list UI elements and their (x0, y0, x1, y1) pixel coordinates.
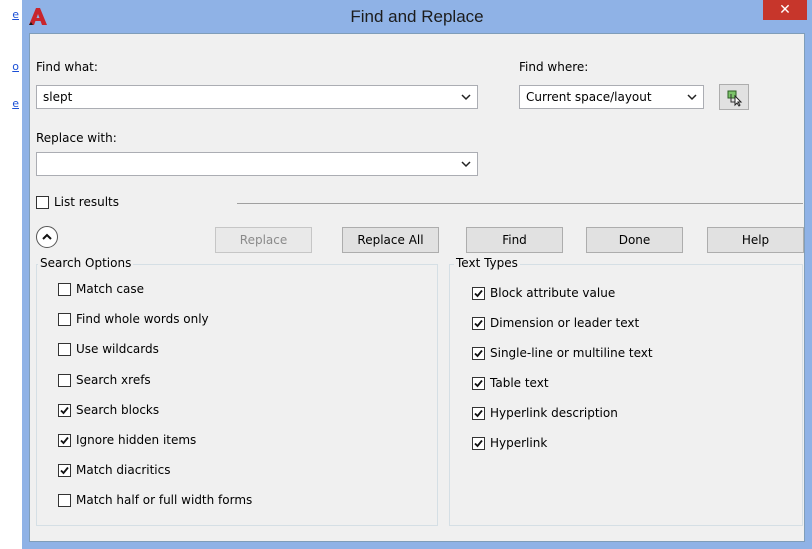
replace-button[interactable]: Replace (215, 227, 312, 253)
dialog-body: Find what: slept Find where: Current spa… (29, 33, 805, 542)
text-type-checkbox-2[interactable] (472, 317, 485, 330)
help-button[interactable]: Help (707, 227, 804, 253)
find-what-combo[interactable]: slept (36, 85, 478, 109)
search-option-label-1[interactable]: Match case (76, 282, 144, 296)
search-option-label-3[interactable]: Use wildcards (76, 342, 159, 356)
text-type-checkbox-4[interactable] (472, 377, 485, 390)
search-option-checkbox-8[interactable] (58, 494, 71, 508)
background-link-1[interactable]: e (9, 8, 19, 20)
search-option-checkbox-6[interactable] (58, 434, 71, 447)
background-window (0, 0, 22, 549)
search-option-label-8[interactable]: Match half or full width forms (76, 493, 252, 507)
select-objects-button[interactable] (719, 84, 749, 110)
chevron-down-icon[interactable] (461, 90, 471, 104)
text-type-checkbox-6[interactable] (472, 437, 485, 450)
search-option-checkbox-7[interactable] (58, 464, 71, 478)
search-option-checkbox-3[interactable] (58, 343, 71, 357)
text-type-label-4[interactable]: Table text (490, 376, 549, 390)
search-option-checkbox-1[interactable] (58, 283, 71, 296)
search-option-label-4[interactable]: Search xrefs (76, 373, 151, 387)
search-option-checkbox-5[interactable] (58, 403, 71, 417)
text-type-label-5[interactable]: Hyperlink description (490, 406, 618, 420)
find-where-select[interactable]: Current space/layout (519, 85, 704, 109)
text-type-checkbox-5[interactable] (472, 407, 485, 420)
background-link-2[interactable]: o (9, 60, 19, 72)
find-what-value: slept (43, 90, 73, 104)
search-options-group (36, 264, 438, 526)
search-option-label-6[interactable]: Ignore hidden items (76, 433, 196, 447)
chevron-down-icon[interactable] (461, 157, 471, 171)
collapse-options-button[interactable] (36, 226, 58, 248)
text-types-title: Text Types (454, 256, 520, 270)
find-button[interactable]: Find (466, 227, 563, 253)
search-option-label-7[interactable]: Match diacritics (76, 463, 171, 477)
text-type-label-2[interactable]: Dimension or leader text (490, 316, 639, 330)
separator-line (237, 203, 803, 204)
find-where-value: Current space/layout (526, 90, 652, 104)
search-options-title: Search Options (38, 256, 134, 270)
close-button[interactable]: ✕ (763, 0, 807, 20)
replace-with-label: Replace with: (36, 131, 117, 145)
select-objects-icon (726, 89, 744, 107)
search-option-label-5[interactable]: Search blocks (76, 403, 159, 417)
chevron-down-icon[interactable] (687, 90, 697, 104)
find-replace-dialog: Find and Replace ✕ Find what: slept Find… (22, 0, 812, 549)
find-where-label: Find where: (519, 60, 589, 74)
text-type-label-6[interactable]: Hyperlink (490, 436, 547, 450)
list-results-checkbox[interactable] (36, 196, 49, 209)
background-link-3[interactable]: e (9, 97, 19, 109)
replace-with-combo[interactable] (36, 152, 478, 176)
text-type-checkbox-3[interactable] (472, 347, 485, 360)
collapse-up-icon (41, 231, 53, 246)
find-what-label: Find what: (36, 60, 98, 74)
search-option-checkbox-4[interactable] (58, 373, 71, 387)
search-option-checkbox-2[interactable] (58, 313, 71, 327)
done-button[interactable]: Done (586, 227, 683, 253)
text-type-label-3[interactable]: Single-line or multiline text (490, 346, 653, 360)
text-type-checkbox-1[interactable] (472, 287, 485, 300)
replace-all-button[interactable]: Replace All (342, 227, 439, 253)
text-types-group (449, 264, 803, 526)
title-bar[interactable]: Find and Replace ✕ (22, 0, 812, 33)
search-option-label-2[interactable]: Find whole words only (76, 312, 209, 326)
dialog-title: Find and Replace (350, 7, 484, 26)
list-results-label[interactable]: List results (54, 195, 119, 209)
text-type-label-1[interactable]: Block attribute value (490, 286, 615, 300)
